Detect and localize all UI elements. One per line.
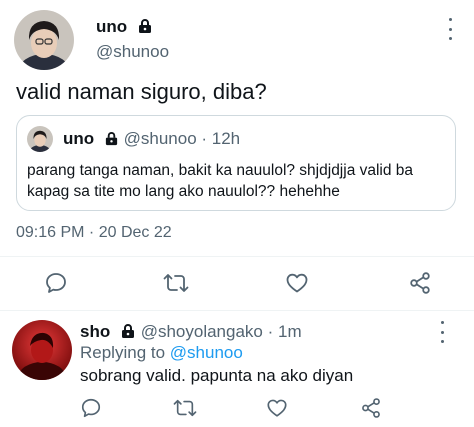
reply-icon[interactable]: [80, 397, 102, 419]
reply-author-avatar[interactable]: [12, 320, 72, 380]
quoted-tweet-text: parang tanga naman, bakit ka nauulol? sh…: [27, 162, 414, 200]
share-icon[interactable]: [408, 271, 432, 295]
quoted-tweet-card[interactable]: uno @shunoo · 12h parang tanga naman, ba…: [16, 115, 456, 211]
reply-icon[interactable]: [44, 271, 68, 295]
like-icon[interactable]: [266, 397, 288, 419]
divider: [0, 256, 474, 257]
tweet-text: valid naman siguro, diba?: [16, 79, 267, 104]
replying-to-handle[interactable]: @shunoo: [170, 343, 243, 362]
lock-icon: [137, 18, 153, 39]
author-handle[interactable]: @shunoo: [96, 42, 169, 62]
quoted-display-name: uno: [63, 129, 95, 148]
reply-time: · 1m: [267, 322, 302, 341]
quoted-time: · 12h: [201, 129, 241, 148]
quoted-handle: @shunoo: [123, 129, 197, 148]
more-options-icon[interactable]: [432, 321, 452, 343]
reply-text: sobrang valid. papunta na ako diyan: [80, 366, 354, 385]
quoted-author-avatar: [27, 126, 53, 152]
like-icon[interactable]: [285, 271, 309, 295]
retweet-icon[interactable]: [173, 397, 197, 419]
reply-display-name[interactable]: sho: [80, 322, 110, 341]
share-icon[interactable]: [360, 397, 382, 419]
lock-icon: [120, 323, 136, 344]
divider: [0, 310, 474, 311]
replying-to-label: Replying to: [80, 343, 166, 362]
retweet-icon[interactable]: [163, 271, 189, 295]
more-options-icon[interactable]: [440, 18, 460, 40]
reply-handle[interactable]: @shoyolangako: [141, 322, 263, 341]
author-avatar[interactable]: [14, 10, 74, 70]
author-display-name[interactable]: uno: [96, 17, 127, 36]
lock-icon: [104, 131, 119, 151]
tweet-timestamp[interactable]: 09:16 PM · 20 Dec 22: [16, 224, 172, 242]
